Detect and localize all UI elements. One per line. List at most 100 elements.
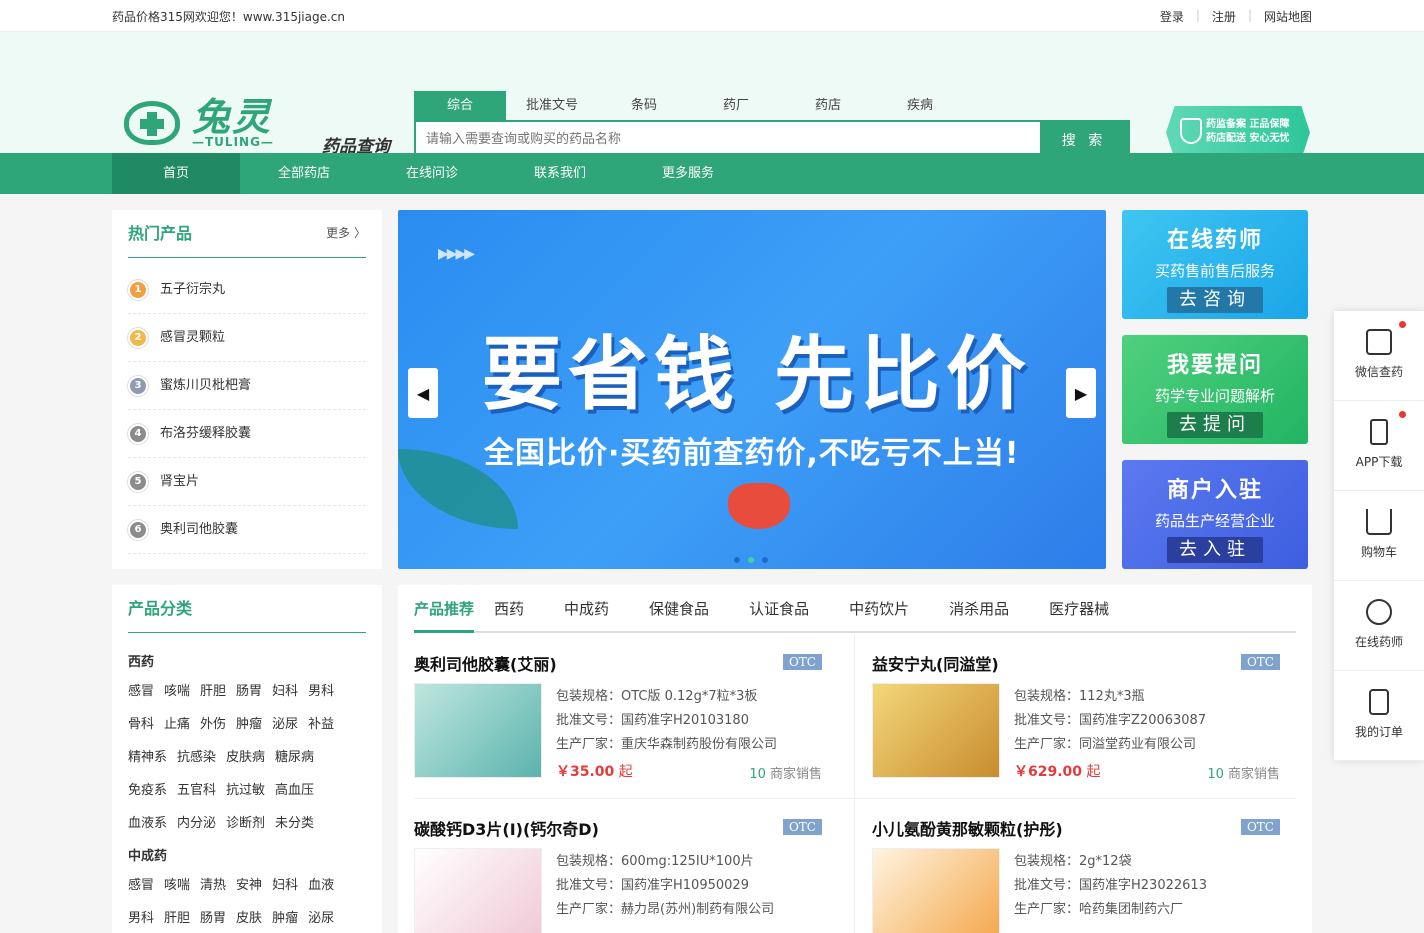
category-group-title[interactable]: 西药 — [128, 651, 366, 670]
nav-more-services[interactable]: 更多服务 — [624, 153, 752, 194]
category-link[interactable]: 感冒 — [128, 874, 154, 893]
category-link[interactable]: 外伤 — [200, 713, 226, 732]
search-tab-manufacturer[interactable]: 药厂 — [690, 91, 782, 120]
category-link[interactable]: 男科 — [128, 907, 154, 926]
category-link[interactable]: 咳喘 — [164, 680, 190, 699]
category-link[interactable]: 肝胆 — [164, 907, 190, 926]
product-card[interactable]: 奥利司他胶囊(艾丽) OTC 包装规格：OTC版 0.12g*7粒*3板 批准文… — [398, 635, 838, 800]
product-image[interactable] — [414, 848, 542, 933]
category-link[interactable]: 骨科 — [128, 713, 154, 732]
list-item[interactable]: 3 蜜炼川贝枇杷膏 — [128, 362, 366, 410]
login-link[interactable]: 登录 — [1160, 8, 1184, 25]
category-link[interactable]: 肠胃 — [236, 680, 262, 699]
tab-medical-devices[interactable]: 医疗器械 — [1049, 585, 1129, 631]
category-link[interactable]: 诊断剂 — [226, 812, 265, 831]
category-link[interactable]: 感冒 — [128, 680, 154, 699]
seller-count[interactable]: 10 商家销售 — [1207, 763, 1280, 782]
nav-online-consult[interactable]: 在线问诊 — [368, 153, 496, 194]
list-item[interactable]: 2 感冒灵颗粒 — [128, 314, 366, 362]
tab-health-food[interactable]: 保健食品 — [649, 585, 729, 631]
category-link[interactable]: 精神系 — [128, 746, 167, 765]
carousel-dot[interactable] — [734, 557, 740, 563]
list-item[interactable]: 5 肾宝片 — [128, 458, 366, 506]
list-item[interactable]: 6 奥利司他胶囊 — [128, 506, 366, 554]
category-link[interactable]: 肿瘤 — [272, 907, 298, 926]
search-tab-all[interactable]: 综合 — [414, 91, 506, 120]
nav-all-pharmacies[interactable]: 全部药店 — [240, 153, 368, 194]
category-link[interactable]: 血液 — [308, 874, 334, 893]
sitemap-link[interactable]: 网站地图 — [1264, 8, 1312, 25]
list-item[interactable]: 1 五子衍宗丸 — [128, 266, 366, 314]
category-link[interactable]: 咳喘 — [164, 874, 190, 893]
tab-certified-food[interactable]: 认证食品 — [749, 585, 829, 631]
seller-count[interactable]: 10 商家销售 — [749, 763, 822, 782]
category-link[interactable]: 高血压 — [275, 779, 314, 798]
product-name[interactable]: 益安宁丸(同溢堂) — [872, 651, 999, 675]
product-card[interactable]: 碳酸钙D3片(Ⅰ)(钙尔奇D) OTC 包装规格：600mg:125IU*100… — [398, 800, 838, 933]
tab-recommended[interactable]: 产品推荐 — [414, 585, 475, 633]
carousel-dot[interactable] — [762, 557, 768, 563]
my-orders-button[interactable]: 我的订单 — [1334, 671, 1424, 761]
category-link[interactable]: 泌尿 — [308, 907, 334, 926]
merchant-join-card[interactable]: 商户入驻 药品生产经营企业 去入驻 — [1122, 460, 1308, 569]
category-link[interactable]: 免疫系 — [128, 779, 167, 798]
cart-button[interactable]: 购物车 — [1334, 491, 1424, 581]
category-link[interactable]: 男科 — [308, 680, 334, 699]
category-link[interactable]: 肠胃 — [200, 907, 226, 926]
product-name[interactable]: 奥利司他胶囊(艾丽) — [414, 651, 557, 675]
site-logo[interactable]: 兔灵 —TULING— — [124, 98, 274, 148]
nav-contact[interactable]: 联系我们 — [496, 153, 624, 194]
search-tab-approval[interactable]: 批准文号 — [506, 91, 598, 120]
category-link[interactable]: 止痛 — [164, 713, 190, 732]
category-link[interactable]: 肿瘤 — [236, 713, 262, 732]
consult-button[interactable]: 去咨询 — [1167, 287, 1263, 313]
search-tab-pharmacy[interactable]: 药店 — [782, 91, 874, 120]
category-link[interactable]: 补益 — [308, 713, 334, 732]
product-image[interactable] — [872, 683, 1000, 778]
ask-question-card[interactable]: 我要提问 药学专业问题解析 去提问 — [1122, 335, 1308, 444]
search-tab-disease[interactable]: 疾病 — [874, 91, 966, 120]
category-link[interactable]: 未分类 — [275, 812, 314, 831]
tab-chinese-patent[interactable]: 中成药 — [564, 585, 629, 631]
category-link[interactable]: 五官科 — [177, 779, 216, 798]
list-item[interactable]: 4 布洛芬缓释胶囊 — [128, 410, 366, 458]
product-name[interactable]: 碳酸钙D3片(Ⅰ)(钙尔奇D) — [414, 816, 599, 840]
search-button[interactable]: 搜 索 — [1040, 122, 1128, 157]
category-link[interactable]: 内分泌 — [177, 812, 216, 831]
category-link[interactable]: 肝胆 — [200, 680, 226, 699]
online-pharmacist-button[interactable]: 在线药师 — [1334, 581, 1424, 671]
online-pharmacist-card[interactable]: 在线药师 买药售前售后服务 去咨询 — [1122, 210, 1308, 319]
wechat-lookup-button[interactable]: 微信查药 — [1334, 311, 1424, 401]
category-link[interactable]: 妇科 — [272, 680, 298, 699]
join-button[interactable]: 去入驻 — [1167, 537, 1263, 563]
product-name[interactable]: 小儿氨酚黄那敏颗粒(护彤) — [872, 816, 1063, 840]
category-link[interactable]: 血液系 — [128, 812, 167, 831]
promo-carousel[interactable]: ▶▶▶▶ 要省钱 先比价 全国比价·买药前查药价,不吃亏不上当! ◀ ▶ — [398, 210, 1106, 569]
product-card[interactable]: 小儿氨酚黄那敏颗粒(护彤) OTC 包装规格：2g*12袋 批准文号：国药准字H… — [856, 800, 1296, 933]
search-input[interactable] — [416, 122, 1040, 157]
app-download-button[interactable]: APP下载 — [1334, 401, 1424, 491]
nav-home[interactable]: 首页 — [112, 153, 240, 194]
category-link[interactable]: 妇科 — [272, 874, 298, 893]
category-link[interactable]: 清热 — [200, 874, 226, 893]
category-link[interactable]: 抗感染 — [177, 746, 216, 765]
tab-disinfection[interactable]: 消杀用品 — [949, 585, 1029, 631]
product-image[interactable] — [872, 848, 1000, 933]
product-image[interactable] — [414, 683, 542, 778]
more-link[interactable]: 更多 〉 — [326, 224, 366, 241]
category-link[interactable]: 糖尿病 — [275, 746, 314, 765]
carousel-dot[interactable] — [748, 557, 754, 563]
category-link[interactable]: 安神 — [236, 874, 262, 893]
ask-button[interactable]: 去提问 — [1167, 412, 1263, 438]
carousel-prev-button[interactable]: ◀ — [408, 368, 438, 418]
category-link[interactable]: 皮肤病 — [226, 746, 265, 765]
register-link[interactable]: 注册 — [1212, 8, 1236, 25]
tab-herbal-pieces[interactable]: 中药饮片 — [849, 585, 929, 631]
search-tab-barcode[interactable]: 条码 — [598, 91, 690, 120]
category-link[interactable]: 泌尿 — [272, 713, 298, 732]
carousel-next-button[interactable]: ▶ — [1066, 368, 1096, 418]
category-group-title[interactable]: 中成药 — [128, 845, 366, 864]
product-card[interactable]: 益安宁丸(同溢堂) OTC 包装规格：112丸*3瓶 批准文号：国药准字Z200… — [856, 635, 1296, 800]
category-link[interactable]: 抗过敏 — [226, 779, 265, 798]
category-link[interactable]: 皮肤 — [236, 907, 262, 926]
